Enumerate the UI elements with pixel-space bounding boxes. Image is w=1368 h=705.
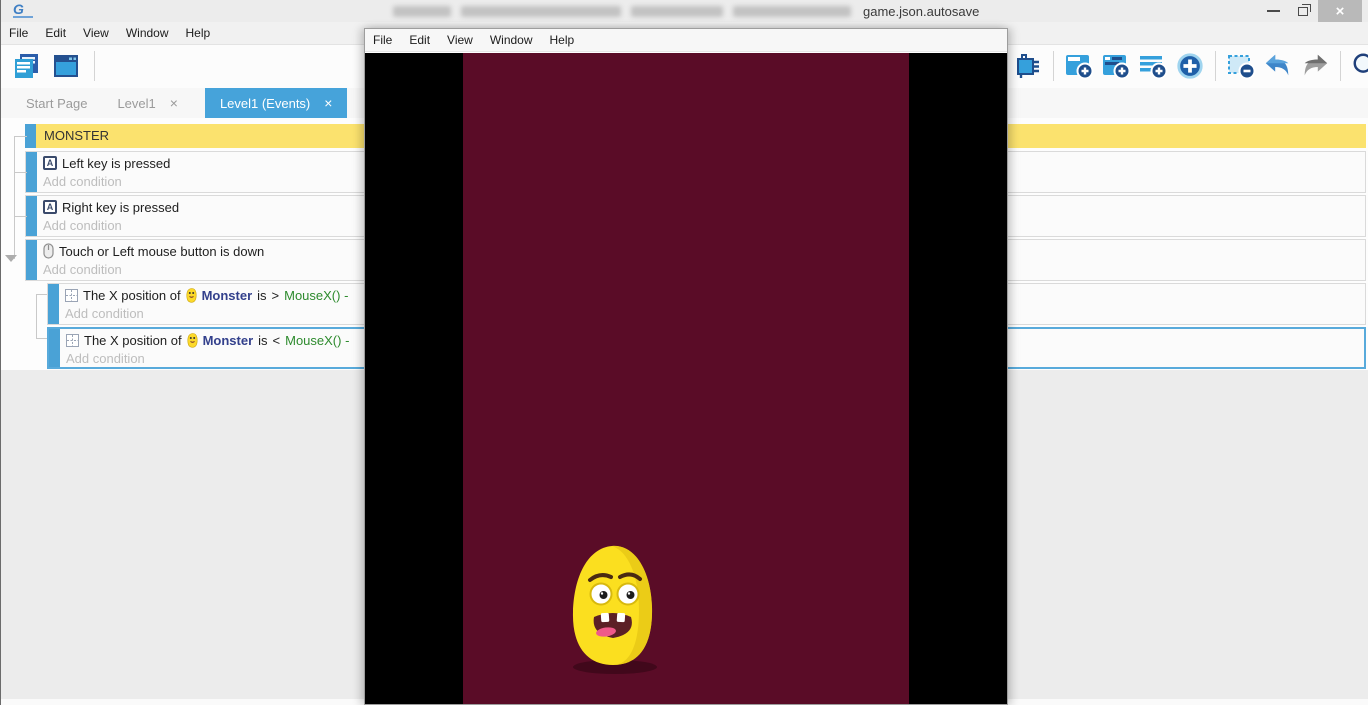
restore-icon (1298, 7, 1308, 16)
tree-line (14, 136, 27, 137)
tab-close-icon[interactable]: × (324, 95, 332, 111)
blurred-title-segment (733, 6, 851, 17)
restore-button[interactable] (1288, 0, 1318, 22)
preview-menu-window[interactable]: Window (490, 33, 544, 47)
preview-menu-view[interactable]: View (447, 33, 484, 47)
event-drag-bar[interactable] (26, 152, 37, 192)
preview-menubar: File Edit View Window Help (365, 29, 1007, 52)
operator: > (272, 288, 280, 303)
event-drag-bar[interactable] (26, 196, 37, 236)
event-drag-bar[interactable] (49, 329, 60, 367)
position-icon (65, 289, 78, 302)
window-title-text: game.json.autosave (863, 4, 979, 19)
condition-text: Right key is pressed (62, 200, 179, 215)
search-icon[interactable] (1351, 51, 1368, 81)
keyboard-key-icon: A (43, 156, 57, 170)
menu-view[interactable]: View (83, 26, 120, 40)
tree-line (14, 136, 15, 259)
tab-level1-events[interactable]: Level1 (Events) × (205, 88, 348, 118)
monster-object-icon (186, 288, 197, 303)
window-controls: × (1258, 0, 1362, 22)
object-name: Monster (202, 288, 253, 303)
monster-object-icon (187, 333, 198, 348)
blurred-title-segment (631, 6, 723, 17)
position-icon (66, 334, 79, 347)
project-manager-icon[interactable] (11, 51, 41, 81)
menu-help[interactable]: Help (186, 26, 222, 40)
tree-line (36, 294, 47, 295)
monster-sprite (565, 540, 661, 676)
expression: MouseX() - (285, 333, 349, 348)
collapse-arrow-icon[interactable] (5, 255, 17, 262)
toolbar-separator (1215, 51, 1216, 81)
minimize-button[interactable] (1258, 0, 1288, 22)
condition-text: Left key is pressed (62, 156, 170, 171)
toolbar-right-group (1013, 51, 1368, 81)
menu-file[interactable]: File (9, 26, 39, 40)
toolbar-left-group (11, 51, 98, 81)
tree-line (14, 172, 27, 173)
blurred-title-segment (461, 6, 621, 17)
preview-menu-help[interactable]: Help (550, 33, 586, 47)
window-title: game.json.autosave (393, 4, 979, 19)
add-sub-event-icon[interactable] (1101, 51, 1131, 81)
titlebar: G game.json.autosave × (1, 0, 1368, 22)
redo-icon[interactable] (1300, 51, 1330, 81)
condition-mid: is (258, 333, 267, 348)
tree-line (36, 338, 47, 339)
comment-text: MONSTER (36, 124, 109, 148)
minimize-icon (1267, 10, 1280, 12)
tab-label: Level1 (117, 96, 155, 111)
tab-close-icon[interactable]: × (170, 95, 178, 111)
tree-line (36, 294, 37, 338)
condition-mid: is (257, 288, 266, 303)
keyboard-key-icon: A (43, 200, 57, 214)
preview-menu-file[interactable]: File (373, 33, 403, 47)
tree-line (14, 216, 27, 217)
gdevelop-window: G game.json.autosave × File Edit View Wi… (0, 0, 1368, 705)
menu-edit[interactable]: Edit (45, 26, 77, 40)
tab-start-page[interactable]: Start Page (11, 88, 102, 118)
expression: MouseX() - (284, 288, 348, 303)
add-new-icon[interactable] (1175, 51, 1205, 81)
add-event-icon[interactable] (1064, 51, 1094, 81)
condition-text: Touch or Left mouse button is down (59, 244, 264, 259)
scene-editor-icon[interactable] (51, 51, 81, 81)
close-button[interactable]: × (1318, 0, 1362, 22)
game-canvas[interactable] (365, 53, 1007, 704)
tab-label: Level1 (Events) (220, 96, 310, 111)
remove-event-icon[interactable] (1226, 51, 1256, 81)
mouse-icon (43, 243, 54, 259)
tab-label: Start Page (26, 96, 87, 111)
object-name: Monster (203, 333, 254, 348)
event-drag-bar[interactable] (48, 284, 59, 324)
add-comment-icon[interactable] (1138, 51, 1168, 81)
game-scene-background (463, 53, 909, 704)
tab-level1[interactable]: Level1 × (102, 88, 193, 118)
condition-prefix: The X position of (84, 333, 182, 348)
debugger-icon[interactable] (1013, 51, 1043, 81)
menu-window[interactable]: Window (126, 26, 180, 40)
undo-icon[interactable] (1263, 51, 1293, 81)
event-drag-bar[interactable] (26, 240, 37, 280)
game-preview-window[interactable]: File Edit View Window Help (364, 28, 1008, 705)
gdevelop-logo-icon: G (13, 2, 33, 18)
blurred-title-segment (393, 6, 451, 17)
condition-prefix: The X position of (83, 288, 181, 303)
preview-menu-edit[interactable]: Edit (409, 33, 441, 47)
toolbar-separator (1053, 51, 1054, 81)
toolbar-separator (1340, 51, 1341, 81)
operator: < (273, 333, 281, 348)
toolbar-separator (94, 51, 95, 81)
